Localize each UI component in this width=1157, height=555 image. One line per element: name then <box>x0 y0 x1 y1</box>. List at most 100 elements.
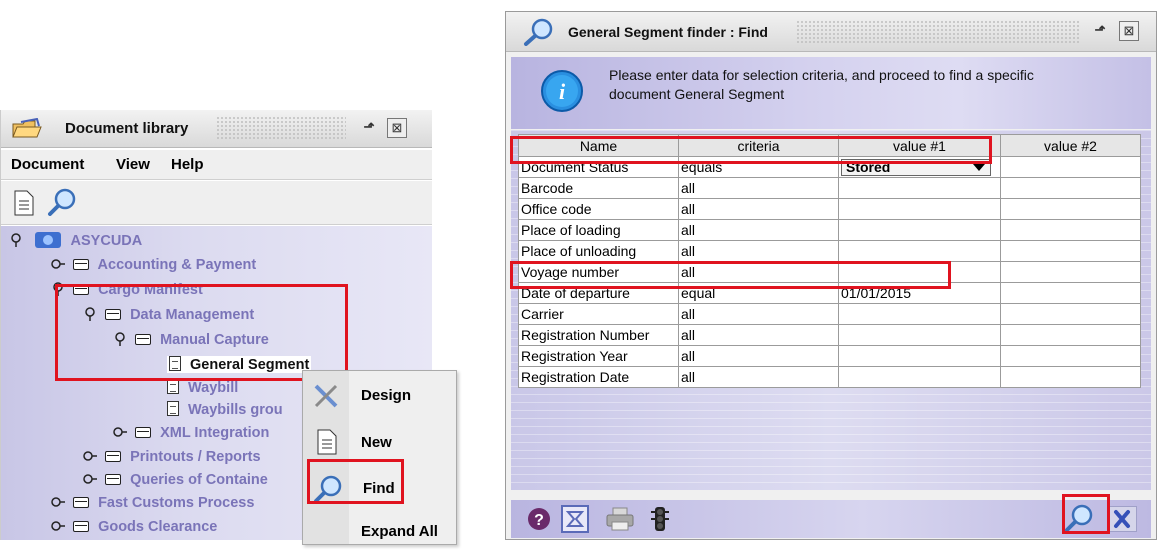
row-value1[interactable] <box>838 303 1001 325</box>
row-criteria[interactable]: equals <box>678 156 839 178</box>
tree-item-cargo-manifest[interactable]: Cargo Manifest <box>51 282 203 298</box>
row-criteria[interactable]: all <box>678 345 839 367</box>
row-value2[interactable] <box>1000 366 1141 388</box>
column-header-value2[interactable]: value #2 <box>1000 134 1141 157</box>
context-menu-find[interactable]: Find <box>303 467 456 511</box>
row-criteria[interactable]: all <box>678 198 839 220</box>
row-criteria[interactable]: all <box>678 177 839 199</box>
collapsed-icon[interactable] <box>113 425 127 439</box>
tree-item-data-management[interactable]: Data Management <box>83 307 254 323</box>
maximize-icon[interactable]: ⊠ <box>1119 21 1139 41</box>
row-value2[interactable] <box>1000 177 1141 199</box>
row-value1[interactable] <box>838 261 1001 283</box>
info-message-line1: Please enter data for selection criteria… <box>609 67 1034 83</box>
document-icon[interactable] <box>13 190 35 219</box>
row-value2[interactable] <box>1000 303 1141 325</box>
collapsed-icon[interactable] <box>83 472 97 486</box>
row-value2[interactable] <box>1000 240 1141 262</box>
table-row[interactable]: Voyage number all <box>518 261 1141 283</box>
table-row[interactable]: Registration Date all <box>518 366 1141 388</box>
row-value1[interactable] <box>838 240 1001 262</box>
help-icon[interactable]: ? <box>527 507 551 534</box>
row-criteria[interactable]: all <box>678 261 839 283</box>
search-icon <box>313 475 343 506</box>
collapsed-icon[interactable] <box>51 257 65 271</box>
row-criteria[interactable]: equal <box>678 282 839 304</box>
row-value1[interactable]: Stored <box>838 156 1001 178</box>
library-title: Document library <box>65 120 189 137</box>
expanded-icon[interactable] <box>113 332 127 346</box>
tree-item-fast-customs[interactable]: Fast Customs Process <box>51 495 254 511</box>
dropdown-arrow-icon[interactable] <box>973 163 985 171</box>
finder-titlebar[interactable]: General Segment finder : Find ⬏ ⊠ <box>506 12 1156 52</box>
tree-item-asycuda[interactable]: ASYCUDA <box>9 232 142 249</box>
table-row[interactable]: Carrier all <box>518 303 1141 325</box>
row-value1[interactable] <box>838 177 1001 199</box>
info-message: Please enter data for selection criteria… <box>609 66 1034 104</box>
folder-icon <box>73 259 90 270</box>
row-value2[interactable] <box>1000 156 1141 178</box>
table-row[interactable]: Registration Year all <box>518 345 1141 367</box>
tree-item-printouts[interactable]: Printouts / Reports <box>83 449 261 465</box>
row-value2[interactable] <box>1000 324 1141 346</box>
library-titlebar[interactable]: Document library ⬏ ⊠ <box>1 110 432 148</box>
row-criteria[interactable]: all <box>678 324 839 346</box>
row-value1[interactable] <box>838 345 1001 367</box>
row-value2[interactable] <box>1000 282 1141 304</box>
column-header-criteria[interactable]: criteria <box>678 134 839 157</box>
context-menu-expand-all[interactable]: Expand All <box>303 511 456 555</box>
tree-item-accounting[interactable]: Accounting & Payment <box>51 257 256 273</box>
row-criteria[interactable]: all <box>678 240 839 262</box>
print-icon[interactable] <box>605 506 635 535</box>
tree-item-queries[interactable]: Queries of Containe <box>83 472 268 488</box>
tree-item-general-segment[interactable]: General Segment <box>167 356 312 373</box>
row-value1[interactable]: 01/01/2015 <box>838 282 1001 304</box>
undock-icon[interactable]: ⬏ <box>359 118 379 138</box>
row-value2[interactable] <box>1000 261 1141 283</box>
clear-filter-icon[interactable] <box>561 505 589 536</box>
expanded-icon[interactable] <box>83 307 97 321</box>
traffic-light-icon[interactable] <box>649 506 671 535</box>
undock-icon[interactable]: ⬏ <box>1090 21 1110 41</box>
expanded-icon[interactable] <box>9 233 23 247</box>
document-status-select[interactable]: Stored <box>841 158 991 176</box>
row-value1[interactable] <box>838 219 1001 241</box>
table-row[interactable]: Barcode all <box>518 177 1141 199</box>
row-value1[interactable] <box>838 324 1001 346</box>
menu-help[interactable]: Help <box>171 156 204 173</box>
column-header-value1[interactable]: value #1 <box>838 134 1001 157</box>
tree-item-xml-integration[interactable]: XML Integration <box>113 425 269 441</box>
close-icon[interactable] <box>1107 506 1137 532</box>
expanded-icon[interactable] <box>51 282 65 296</box>
table-row[interactable]: Registration Number all <box>518 324 1141 346</box>
row-value2[interactable] <box>1000 198 1141 220</box>
maximize-icon[interactable]: ⊠ <box>387 118 407 138</box>
table-row[interactable]: Place of unloading all <box>518 240 1141 262</box>
collapsed-icon[interactable] <box>51 519 65 533</box>
row-criteria[interactable]: all <box>678 366 839 388</box>
menu-view[interactable]: View <box>116 156 150 173</box>
tree-item-goods-clearance[interactable]: Goods Clearance <box>51 519 217 535</box>
folder-icon <box>135 427 152 438</box>
table-row[interactable]: Date of departure equal 01/01/2015 <box>518 282 1141 304</box>
row-value1[interactable] <box>838 366 1001 388</box>
row-criteria[interactable]: all <box>678 303 839 325</box>
table-row[interactable]: Place of loading all <box>518 219 1141 241</box>
context-menu-design[interactable]: Design <box>303 374 456 418</box>
context-menu-new[interactable]: New <box>303 421 456 465</box>
row-value1[interactable] <box>838 198 1001 220</box>
collapsed-icon[interactable] <box>51 495 65 509</box>
row-value2[interactable] <box>1000 345 1141 367</box>
search-icon[interactable] <box>47 188 77 219</box>
search-icon[interactable] <box>1064 504 1094 535</box>
table-row[interactable]: Document Status equals Stored <box>518 156 1141 178</box>
tree-item-waybills-group[interactable]: Waybills grou <box>167 401 283 418</box>
tree-item-waybill[interactable]: Waybill <box>167 379 238 396</box>
menu-document[interactable]: Document <box>11 156 84 173</box>
tree-item-manual-capture[interactable]: Manual Capture <box>113 332 269 348</box>
row-criteria[interactable]: all <box>678 219 839 241</box>
collapsed-icon[interactable] <box>83 449 97 463</box>
table-row[interactable]: Office code all <box>518 198 1141 220</box>
row-value2[interactable] <box>1000 219 1141 241</box>
column-header-name[interactable]: Name <box>518 134 679 157</box>
